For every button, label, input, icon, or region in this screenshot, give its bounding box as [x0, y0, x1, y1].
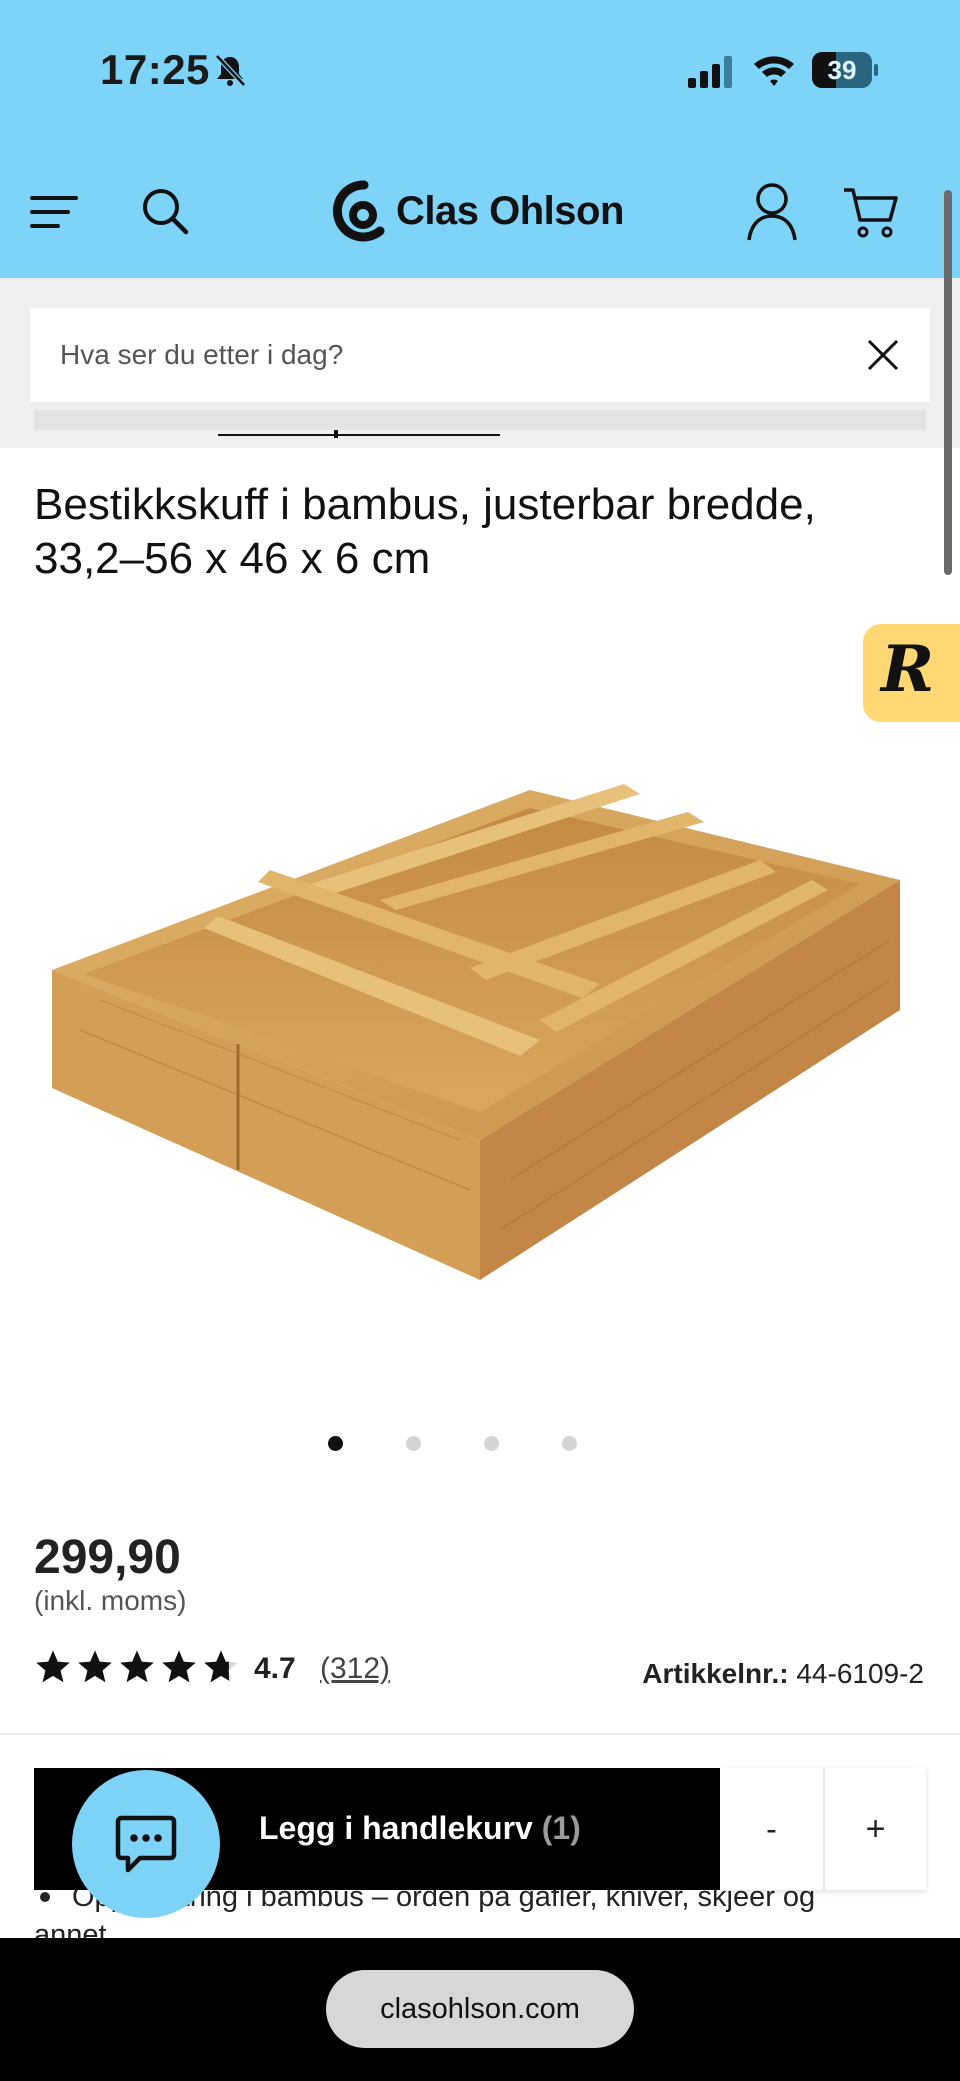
status-time: 17:25: [100, 46, 210, 93]
battery-level: 39: [827, 55, 857, 85]
browser-bottom-bar: clasohlson.com: [0, 1938, 960, 2081]
badge-letter: R: [881, 632, 935, 707]
close-icon[interactable]: [860, 332, 906, 378]
rating-stars[interactable]: [34, 1648, 240, 1688]
search-band: [0, 278, 960, 448]
cart-quantity: (1): [541, 1810, 581, 1846]
carousel-dot-2[interactable]: [406, 1436, 421, 1451]
article-number-label: Artikkelnr.:: [642, 1658, 789, 1689]
article-number: Artikkelnr.: 44-6109-2: [642, 1658, 924, 1690]
review-count-link[interactable]: (312): [320, 1652, 390, 1686]
partial-underline: [218, 434, 500, 436]
brand-name: Clas Ohlson: [396, 188, 624, 233]
carousel-dot-1[interactable]: [328, 1436, 343, 1451]
product-price: 299,90: [34, 1531, 181, 1584]
product-title: Bestikkskuff i bambus, justerbar bredde,…: [34, 480, 816, 583]
bell-off-icon: [215, 54, 246, 87]
quantity-stepper: - +: [720, 1768, 926, 1890]
decrease-quantity-button[interactable]: -: [720, 1768, 823, 1890]
image-carousel-dots: [320, 1436, 580, 1452]
increase-quantity-button[interactable]: +: [825, 1768, 926, 1890]
url-bar[interactable]: clasohlson.com: [326, 1970, 634, 2048]
add-to-cart-text: Legg i handlekurv: [259, 1810, 533, 1846]
vat-note: (inkl. moms): [34, 1585, 187, 1616]
search-box: [30, 308, 930, 402]
chat-button[interactable]: [72, 1770, 220, 1918]
star-icon: [162, 1650, 196, 1683]
star-icon: [120, 1650, 154, 1683]
battery-indicator: 39: [812, 52, 878, 88]
rating-value: 4.7: [254, 1652, 296, 1685]
carousel-dot-4[interactable]: [562, 1436, 577, 1451]
product-image[interactable]: [40, 760, 920, 1300]
article-number-value: 44-6109-2: [796, 1658, 924, 1689]
search-input[interactable]: [60, 308, 840, 402]
top-header: 17:25 39 Clas Ohlson: [0, 0, 960, 278]
obscured-strip: [34, 410, 926, 430]
star-icon: [78, 1650, 112, 1683]
page-scrollbar[interactable]: [944, 190, 952, 575]
add-to-cart-label: Legg i handlekurv (1): [259, 1810, 581, 1847]
account-icon[interactable]: [746, 182, 798, 242]
floating-r-badge[interactable]: R: [863, 624, 960, 722]
chat-icon: [115, 1815, 177, 1873]
partial-tick: [334, 430, 338, 438]
search-icon[interactable]: [140, 186, 190, 236]
section-divider: [0, 1733, 960, 1735]
star-partial-icon: [204, 1650, 238, 1683]
logo-mark-icon: [332, 180, 385, 242]
star-icon: [36, 1650, 70, 1683]
cart-icon[interactable]: [842, 184, 900, 240]
menu-icon[interactable]: [30, 190, 80, 234]
wifi-icon: [754, 56, 794, 86]
brand-logo[interactable]: Clas Ohlson: [330, 176, 624, 246]
carousel-dot-3[interactable]: [484, 1436, 499, 1451]
cellular-signal-icon: [688, 56, 732, 88]
